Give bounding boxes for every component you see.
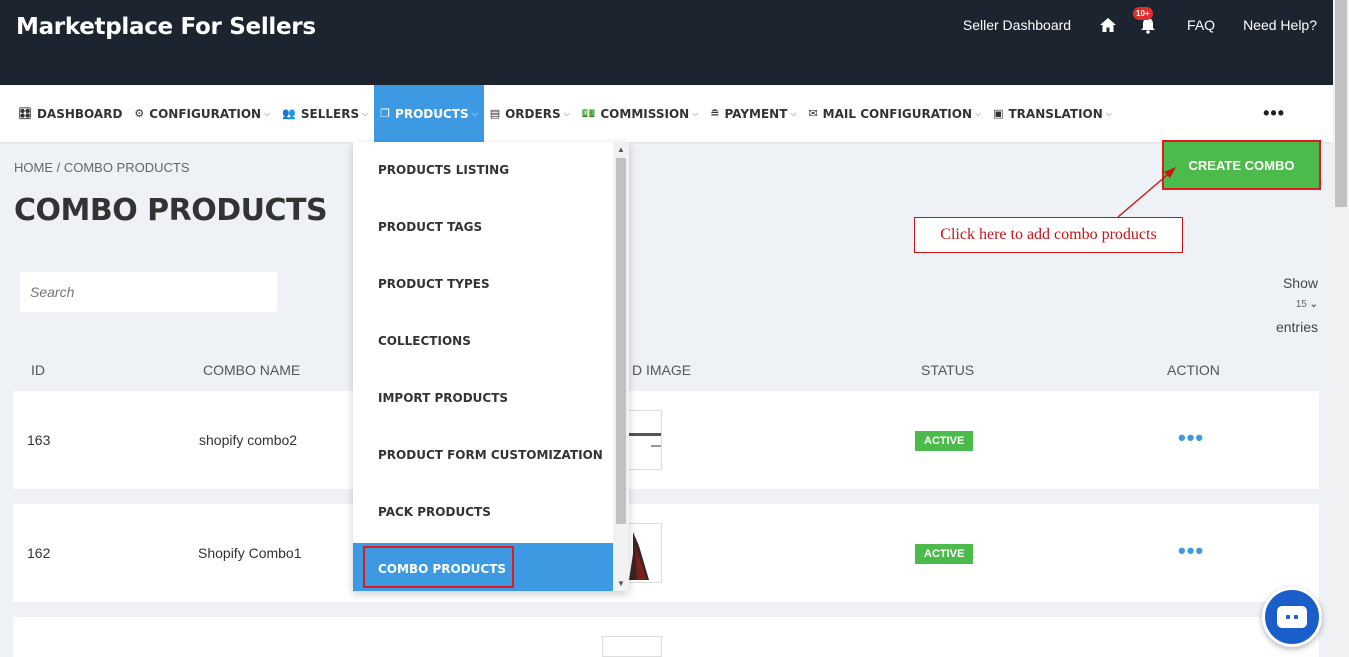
header-links: Seller Dashboard 10+ FAQ Need Help? — [935, 7, 1317, 34]
dropdown-item-label: IMPORT PRODUCTS — [378, 390, 509, 405]
search-input[interactable] — [20, 272, 277, 312]
col-action[interactable]: ACTION — [1167, 362, 1220, 378]
chevron-down-icon: ⌵ — [692, 108, 699, 118]
table-row[interactable]: 163 shopify combo2 ACTIVE ••• — [13, 391, 1319, 489]
dropdown-item-product-form-customization[interactable]: PRODUCT FORM CUSTOMIZATION — [353, 429, 613, 480]
nav-item-label: TRANSLATION — [1008, 106, 1103, 121]
more-menu-icon[interactable]: ••• — [1263, 103, 1285, 124]
table-row[interactable] — [13, 617, 1319, 657]
show-label: Show — [1282, 275, 1318, 291]
need-help-link[interactable]: Need Help? — [1243, 17, 1317, 33]
page-size-value: 15 — [1295, 299, 1307, 310]
products-dropdown-menu: PRODUCTS LISTING PRODUCT TAGS PRODUCT TYPE… — [353, 142, 629, 591]
nav-item-label: ORDERS — [505, 106, 561, 121]
status-badge: ACTIVE — [915, 431, 974, 451]
products-icon: ❐ — [380, 107, 391, 120]
breadcrumb: HOME / COMBO PRODUCTS — [14, 160, 190, 175]
chevron-down-icon: ⌵ — [264, 108, 271, 118]
translation-icon: ▣ — [993, 107, 1004, 120]
scroll-down-icon[interactable]: ▼ — [617, 579, 625, 588]
nav-item-configuration[interactable]: ⚙ CONFIGURATION ⌵ — [128, 85, 276, 142]
dropdown-item-label: COLLECTIONS — [378, 333, 471, 348]
seller-dashboard-link[interactable]: Seller Dashboard — [963, 17, 1071, 33]
row-actions-icon[interactable]: ••• — [1178, 425, 1204, 451]
dropdown-item-product-types[interactable]: PRODUCT TYPES — [353, 258, 613, 309]
top-header: Marketplace For Sellers Seller Dashboard… — [0, 0, 1333, 85]
page-size-select[interactable]: 15 ⌄ — [1276, 294, 1318, 316]
commission-icon: 💵 — [581, 107, 596, 120]
nav-item-label: COMMISSION — [600, 106, 690, 121]
col-id[interactable]: ID — [31, 362, 45, 378]
row-combo-name: Shopify Combo1 — [198, 545, 302, 561]
dashboard-icon: 🎛 — [18, 107, 32, 120]
page-scroll-thumb[interactable] — [1335, 0, 1347, 207]
notification-badge: 10+ — [1133, 7, 1153, 20]
gear-icon: ⚙ — [134, 107, 145, 120]
row-id: 163 — [27, 432, 51, 448]
nav-item-label: PAYMENT — [724, 106, 788, 121]
row-actions-icon[interactable]: ••• — [1178, 538, 1204, 564]
scroll-up-icon[interactable]: ▲ — [617, 145, 625, 154]
chevron-down-icon: ⌵ — [471, 108, 478, 118]
brand-title[interactable]: Marketplace For Sellers — [16, 14, 316, 40]
main-nav: 🎛 DASHBOARD ⚙ CONFIGURATION ⌵ 👥 SELLERS ⌵ ❐ PRODU… — [0, 85, 1333, 142]
chevron-down-icon: ⌵ — [1105, 108, 1112, 118]
notification-bell-icon[interactable]: 10+ — [1133, 7, 1159, 34]
col-image[interactable]: D IMAGE — [632, 362, 691, 378]
status-badge: ACTIVE — [915, 544, 974, 564]
highlight-box — [363, 546, 514, 588]
col-status[interactable]: STATUS — [921, 362, 974, 378]
page-title: COMBO PRODUCTS — [14, 193, 328, 228]
dropdown-scrollbar[interactable]: ▲ ▼ — [613, 142, 629, 591]
nav-item-label: SELLERS — [300, 106, 360, 121]
page-size-control: Show 15 ⌄ entries — [1276, 272, 1318, 338]
entries-label: entries — [1275, 319, 1318, 335]
chat-widget-button[interactable] — [1262, 587, 1322, 647]
nav-item-dashboard[interactable]: 🎛 DASHBOARD — [12, 85, 128, 142]
nav-item-label: CONFIGURATION — [149, 106, 262, 121]
users-icon: 👥 — [282, 107, 296, 120]
dropdown-item-import-products[interactable]: IMPORT PRODUCTS — [353, 372, 613, 423]
faq-link[interactable]: FAQ — [1187, 17, 1215, 33]
callout-annotation: Click here to add combo products — [914, 217, 1183, 253]
chat-icon — [1277, 606, 1307, 628]
nav-item-commission[interactable]: 💵 COMMISSION ⌵ — [576, 85, 705, 142]
home-icon[interactable] — [1099, 17, 1117, 33]
orders-icon: ▤ — [489, 107, 501, 120]
nav-item-orders[interactable]: ▤ ORDERS ⌵ — [484, 85, 576, 142]
nav-item-payment[interactable]: ≘ PAYMENT ⌵ — [704, 85, 802, 142]
nav-item-label: PRODUCTS — [395, 106, 469, 121]
nav-item-label: DASHBOARD — [36, 106, 123, 121]
chevron-down-icon: ⌵ — [790, 108, 797, 118]
table-row[interactable]: 162 Shopify Combo1 ACTIVE ••• — [13, 504, 1319, 602]
combo-image — [602, 636, 662, 657]
dropdown-item-product-tags[interactable]: PRODUCT TAGS — [353, 201, 613, 252]
dropdown-item-label: PACK PRODUCTS — [378, 504, 491, 519]
dropdown-item-pack-products[interactable]: PACK PRODUCTS — [353, 486, 613, 537]
dropdown-item-label: PRODUCT TAGS — [378, 219, 483, 234]
chevron-down-icon: ⌵ — [975, 108, 982, 118]
nav-item-translation[interactable]: ▣ TRANSLATION ⌵ — [987, 85, 1118, 142]
col-combo-name[interactable]: COMBO NAME — [203, 362, 300, 378]
payment-icon: ≘ — [710, 107, 720, 120]
dropdown-item-label: PRODUCTS LISTING — [378, 162, 510, 177]
nav-item-sellers[interactable]: 👥 SELLERS ⌵ — [276, 85, 374, 142]
row-id: 162 — [27, 545, 51, 561]
chevron-down-icon: ⌄ — [1309, 299, 1318, 310]
dropdown-item-products-listing[interactable]: PRODUCTS LISTING — [353, 144, 613, 195]
dropdown-item-label: PRODUCT FORM CUSTOMIZATION — [378, 447, 603, 462]
row-combo-name: shopify combo2 — [199, 432, 298, 448]
dropdown-item-combo-products[interactable]: COMBO PRODUCTS — [353, 543, 613, 591]
dropdown-item-label: PRODUCT TYPES — [378, 276, 490, 291]
dropdown-item-collections[interactable]: COLLECTIONS — [353, 315, 613, 366]
chevron-down-icon: ⌵ — [563, 108, 570, 118]
dropdown-scroll-thumb[interactable] — [616, 158, 626, 524]
nav-item-mail-configuration[interactable]: ✉ MAIL CONFIGURATION ⌵ — [802, 85, 987, 142]
mail-icon: ✉ — [808, 107, 818, 120]
nav-item-label: MAIL CONFIGURATION — [822, 106, 972, 121]
page-scrollbar[interactable] — [1333, 0, 1349, 657]
nav-item-products[interactable]: ❐ PRODUCTS ⌵ — [374, 85, 484, 142]
create-combo-button[interactable]: CREATE COMBO — [1162, 140, 1321, 190]
chevron-down-icon: ⌵ — [362, 108, 369, 118]
